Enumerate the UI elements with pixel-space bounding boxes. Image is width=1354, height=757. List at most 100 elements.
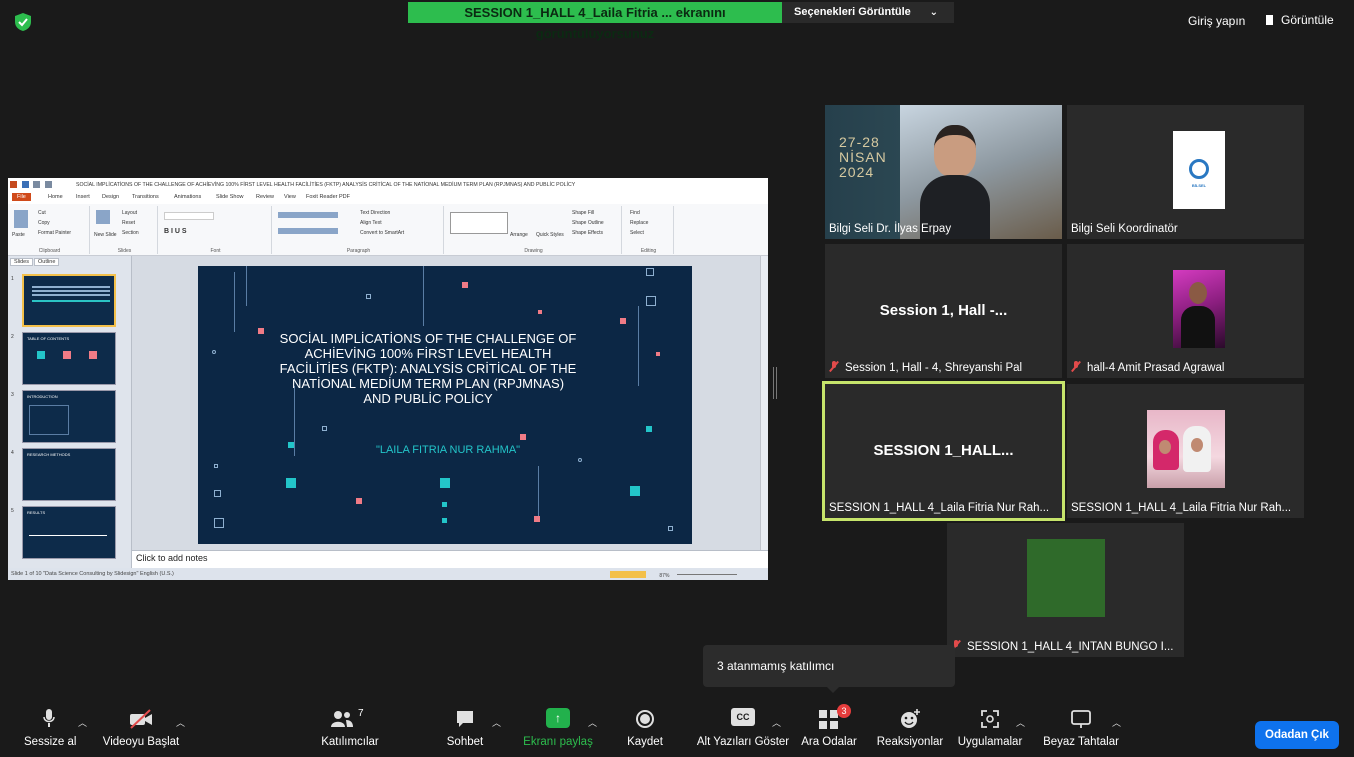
share-screen-icon: ↑: [522, 708, 594, 730]
apps-button[interactable]: Uygulamalar: [956, 708, 1024, 748]
view-buttons: [610, 571, 646, 578]
ppt-ribbon-tabs: File Home Insert Design Transitions Anim…: [8, 192, 768, 204]
editing-group-label: Editing: [640, 248, 657, 254]
outline-tab: Outline: [33, 258, 60, 266]
whiteboard-options-caret-icon[interactable]: ︿: [1112, 716, 1121, 729]
paragraph-group-label: Paragraph: [346, 248, 371, 254]
participants-button[interactable]: 7 Katılımcılar: [312, 708, 388, 748]
breakout-rooms-button[interactable]: 3 Ara Odalar: [800, 704, 858, 748]
whiteboards-button[interactable]: Beyaz Tahtalar: [1042, 708, 1120, 748]
ribbon-group-drawing: Arrange Quick Styles Shape Fill Shape Ou…: [446, 206, 622, 254]
zoom-meeting-window: SESSION 1_HALL 4_Laila Fitria ... ekranı…: [0, 0, 1354, 757]
participant-tile[interactable]: hall-4 Amit Prasad Agrawal: [1067, 244, 1304, 378]
view-options-button[interactable]: Seçenekleri Görüntüle ⌄: [782, 2, 954, 23]
zoom-level: 87%: [659, 573, 670, 579]
chat-options-caret-icon[interactable]: ︿: [492, 716, 501, 729]
participant-tile[interactable]: SESSION 1_HALL 4_Laila Fitria Nur Rah...: [1067, 384, 1304, 518]
thumb-title: RESULTS: [27, 510, 46, 515]
breakout-tooltip: 3 atanmamış katılımcı: [703, 645, 955, 693]
participants-label: Katılımcılar: [321, 736, 379, 748]
captions-options-caret-icon[interactable]: ︿: [772, 716, 781, 729]
slides-tab: Slides: [10, 258, 33, 266]
participant-tile[interactable]: 27-28 NİSAN 2024 Bilgi Seli Dr. İlyas Er…: [825, 105, 1062, 239]
tab-view: View: [284, 194, 296, 200]
chat-label: Sohbet: [446, 736, 484, 748]
record-label: Kaydet: [627, 736, 663, 748]
record-icon: [636, 710, 654, 728]
ppt-ribbon: Paste Cut Copy Format Painter Clipboard …: [8, 204, 768, 256]
microphone-icon: [43, 709, 55, 727]
ribbon-group-editing: Find Replace Select Editing: [624, 206, 674, 254]
ppt-window-title: SOCİAL IMPLİCATİONS OF THE CHALLENGE OF …: [76, 182, 576, 188]
participant-name: SESSION 1_HALL 4_Laila Fitria Nur Rah...: [829, 502, 1050, 514]
thumb-title: RESEARCH METHODS: [27, 452, 71, 457]
leave-room-button[interactable]: Odadan Çık: [1255, 721, 1339, 749]
record-button[interactable]: Kaydet: [624, 708, 666, 748]
notes-pane[interactable]: Click to add notes: [132, 550, 768, 568]
new-slide-icon: [96, 210, 110, 224]
security-shield-icon[interactable]: [14, 12, 32, 32]
share-screen-button[interactable]: ↑ Ekranı paylaş: [522, 708, 594, 748]
breakout-rooms-label: Ara Odalar: [801, 736, 857, 748]
video-options-caret-icon[interactable]: ︿: [176, 716, 185, 729]
slide-thumbnail-pane: Slides Outline 1 2 TABLE OF CONTENTS 3 IN…: [8, 256, 132, 568]
tab-foxit: Foxit Reader PDF: [306, 194, 351, 200]
start-video-button[interactable]: Videoyu Başlat: [100, 708, 182, 748]
participant-name: Bilgi Seli Dr. İlyas Erpay: [829, 223, 952, 235]
section-label: Section: [122, 230, 139, 236]
slides-group-label: Slides: [117, 248, 132, 254]
screen-share-banner: SESSION 1_HALL 4_Laila Fitria ... ekranı…: [408, 2, 782, 41]
slide-scrollbar[interactable]: [760, 256, 768, 550]
clipboard-group-label: Clipboard: [38, 248, 61, 254]
ribbon-group-slides: New Slide Layout Reset Section Slides: [92, 206, 158, 254]
reactions-button[interactable]: Reaksiyonlar: [876, 708, 944, 748]
participant-tile[interactable]: BİLSEL Bilgi Seli Koordinatör: [1067, 105, 1304, 239]
thumb-number: 4: [11, 450, 14, 456]
participant-name: hall-4 Amit Prasad Agrawal: [1087, 362, 1225, 374]
view-layout-button[interactable]: Görüntüle: [1266, 13, 1334, 27]
ppt-title-bar: SOCİAL IMPLİCATİONS OF THE CHALLENGE OF …: [8, 178, 768, 192]
mute-button[interactable]: Sessize al: [24, 708, 76, 748]
redo-icon: [45, 181, 53, 188]
slide-author: "LAILA FITRIA NUR RAHMA": [375, 444, 521, 456]
shapes-gallery: [450, 212, 508, 234]
shared-screen[interactable]: SOCİAL IMPLİCATİONS OF THE CHALLENGE OF …: [8, 178, 768, 580]
person-silhouette: [920, 125, 990, 239]
participant-name-row: SESSION 1_HALL 4_INTAN BUNGO I...: [951, 640, 1173, 653]
find-label: Find: [630, 210, 640, 216]
arrange-label: Arrange: [510, 232, 528, 238]
video-off-icon: [130, 709, 152, 729]
thumb-number: 3: [11, 392, 14, 398]
participant-big-label: SESSION 1_HALL...: [873, 442, 1014, 459]
thumb-title: INTRODUCTION: [27, 394, 58, 399]
shape-outline-label: Shape Outline: [572, 220, 604, 226]
participants-icon: 7: [330, 708, 370, 730]
participant-tile[interactable]: Session 1, Hall -... Session 1, Hall - 4…: [825, 244, 1062, 378]
format-painter-label: Format Painter: [38, 230, 72, 236]
apps-options-caret-icon[interactable]: ︿: [1016, 716, 1025, 729]
split-resize-handle[interactable]: [773, 367, 777, 399]
mute-options-caret-icon[interactable]: ︿: [78, 716, 87, 729]
apps-icon: [981, 710, 999, 728]
slide-title: SOCİAL IMPLİCATİONS OF THE CHALLENGE OF …: [279, 331, 577, 406]
login-link[interactable]: Giriş yapın: [1188, 14, 1245, 28]
layout-icon: [1266, 15, 1276, 25]
ppt-status-bar: Slide 1 of 10 "Data Science Consulting b…: [8, 568, 768, 580]
share-options-caret-icon[interactable]: ︿: [588, 716, 597, 729]
slide-thumbnail: RESULTS: [22, 506, 116, 559]
chat-button[interactable]: Sohbet: [444, 708, 486, 748]
thumb-number: 2: [11, 334, 14, 340]
participant-tile-active-speaker[interactable]: SESSION 1_HALL... SESSION 1_HALL 4_Laila…: [822, 381, 1065, 521]
start-video-label: Videoyu Başlat: [102, 736, 180, 748]
select-label: Select: [630, 230, 644, 236]
tab-design: Design: [102, 194, 120, 200]
participant-photo: [1173, 270, 1225, 348]
breakout-rooms-icon: 3: [817, 704, 851, 730]
participant-tile[interactable]: SESSION 1_HALL 4_INTAN BUNGO I...: [947, 523, 1184, 657]
tab-animations: Animations: [174, 194, 202, 200]
bilgi-seli-logo: BİLSEL: [1173, 131, 1225, 209]
reactions-icon: [901, 709, 920, 728]
thumb-number: 5: [11, 508, 14, 514]
participant-name: SESSION 1_HALL 4_INTAN BUNGO I...: [967, 641, 1174, 653]
font-name-box: [164, 212, 214, 220]
